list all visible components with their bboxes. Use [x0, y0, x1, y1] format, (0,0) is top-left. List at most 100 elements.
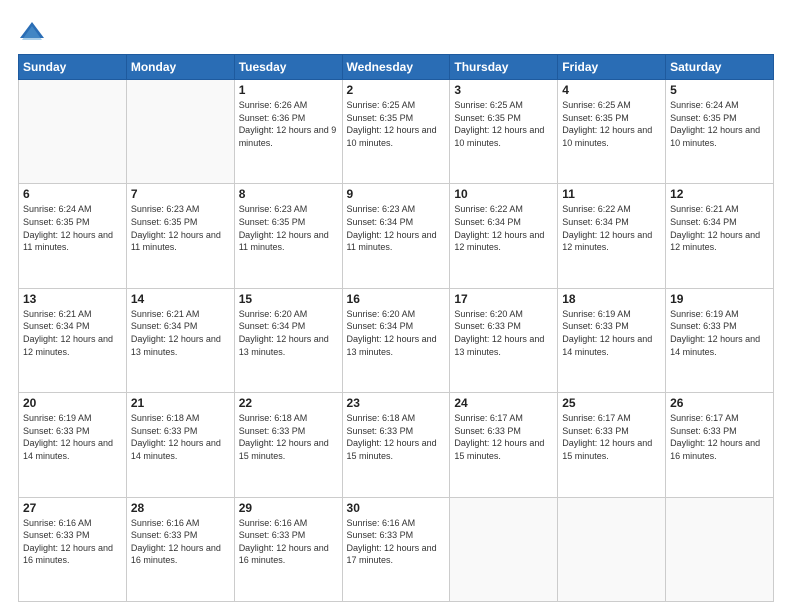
day-number: 6 — [23, 187, 122, 201]
day-info: Sunrise: 6:24 AM Sunset: 6:35 PM Dayligh… — [23, 203, 122, 253]
calendar-table: SundayMondayTuesdayWednesdayThursdayFrid… — [18, 54, 774, 602]
day-info: Sunrise: 6:21 AM Sunset: 6:34 PM Dayligh… — [23, 308, 122, 358]
day-info: Sunrise: 6:25 AM Sunset: 6:35 PM Dayligh… — [454, 99, 553, 149]
calendar-header-row: SundayMondayTuesdayWednesdayThursdayFrid… — [19, 55, 774, 80]
calendar-cell: 15Sunrise: 6:20 AM Sunset: 6:34 PM Dayli… — [234, 288, 342, 392]
day-info: Sunrise: 6:25 AM Sunset: 6:35 PM Dayligh… — [347, 99, 446, 149]
day-of-week-header: Friday — [558, 55, 666, 80]
day-number: 13 — [23, 292, 122, 306]
day-number: 1 — [239, 83, 338, 97]
day-info: Sunrise: 6:22 AM Sunset: 6:34 PM Dayligh… — [562, 203, 661, 253]
calendar-cell: 1 Sunrise: 6:26 AM Sunset: 6:36 PM Daylig… — [234, 80, 342, 184]
day-of-week-header: Monday — [126, 55, 234, 80]
day-info: Sunrise: 6:22 AM Sunset: 6:34 PM Dayligh… — [454, 203, 553, 253]
day-info: Sunrise: 6:18 AM Sunset: 6:33 PM Dayligh… — [347, 412, 446, 462]
calendar-week-row: 20Sunrise: 6:19 AM Sunset: 6:33 PM Dayli… — [19, 393, 774, 497]
calendar-cell: 10 Sunrise: 6:22 AM Sunset: 6:34 PM Dayli… — [450, 184, 558, 288]
calendar-cell: 21 Sunrise: 6:18 AM Sunset: 6:33 PM Dayli… — [126, 393, 234, 497]
calendar-cell: 4Sunrise: 6:25 AM Sunset: 6:35 PM Daylig… — [558, 80, 666, 184]
calendar-cell: 16 Sunrise: 6:20 AM Sunset: 6:34 PM Dayli… — [342, 288, 450, 392]
day-number: 7 — [131, 187, 230, 201]
calendar-cell: 2 Sunrise: 6:25 AM Sunset: 6:35 PM Daylig… — [342, 80, 450, 184]
day-info: Sunrise: 6:20 AM Sunset: 6:33 PM Dayligh… — [454, 308, 553, 358]
header — [18, 18, 774, 46]
calendar-cell: 29 Sunrise: 6:16 AM Sunset: 6:33 PM Dayli… — [234, 497, 342, 601]
calendar-cell: 19 Sunrise: 6:19 AM Sunset: 6:33 PM Dayli… — [666, 288, 774, 392]
logo-icon — [18, 18, 46, 46]
day-of-week-header: Saturday — [666, 55, 774, 80]
calendar-cell — [558, 497, 666, 601]
day-info: Sunrise: 6:18 AM Sunset: 6:33 PM Dayligh… — [131, 412, 230, 462]
day-info: Sunrise: 6:24 AM Sunset: 6:35 PM Dayligh… — [670, 99, 769, 149]
day-of-week-header: Sunday — [19, 55, 127, 80]
day-info: Sunrise: 6:23 AM Sunset: 6:34 PM Dayligh… — [347, 203, 446, 253]
day-number: 29 — [239, 501, 338, 515]
day-number: 10 — [454, 187, 553, 201]
day-info: Sunrise: 6:20 AM Sunset: 6:34 PM Dayligh… — [347, 308, 446, 358]
day-number: 3 — [454, 83, 553, 97]
calendar-week-row: 27Sunrise: 6:16 AM Sunset: 6:33 PM Dayli… — [19, 497, 774, 601]
calendar-cell: 20Sunrise: 6:19 AM Sunset: 6:33 PM Dayli… — [19, 393, 127, 497]
day-number: 22 — [239, 396, 338, 410]
calendar-cell — [450, 497, 558, 601]
day-of-week-header: Tuesday — [234, 55, 342, 80]
day-number: 16 — [347, 292, 446, 306]
calendar-cell: 30 Sunrise: 6:16 AM Sunset: 6:33 PM Dayli… — [342, 497, 450, 601]
calendar-cell: 6 Sunrise: 6:24 AM Sunset: 6:35 PM Daylig… — [19, 184, 127, 288]
calendar-week-row: 6 Sunrise: 6:24 AM Sunset: 6:35 PM Daylig… — [19, 184, 774, 288]
calendar-cell: 24Sunrise: 6:17 AM Sunset: 6:33 PM Dayli… — [450, 393, 558, 497]
day-info: Sunrise: 6:16 AM Sunset: 6:33 PM Dayligh… — [347, 517, 446, 567]
calendar-cell: 9 Sunrise: 6:23 AM Sunset: 6:34 PM Daylig… — [342, 184, 450, 288]
day-info: Sunrise: 6:20 AM Sunset: 6:34 PM Dayligh… — [239, 308, 338, 358]
calendar-cell — [126, 80, 234, 184]
day-number: 19 — [670, 292, 769, 306]
calendar-cell: 5 Sunrise: 6:24 AM Sunset: 6:35 PM Daylig… — [666, 80, 774, 184]
day-number: 17 — [454, 292, 553, 306]
day-of-week-header: Wednesday — [342, 55, 450, 80]
calendar-cell — [666, 497, 774, 601]
page: SundayMondayTuesdayWednesdayThursdayFrid… — [0, 0, 792, 612]
day-info: Sunrise: 6:23 AM Sunset: 6:35 PM Dayligh… — [239, 203, 338, 253]
calendar-cell: 28 Sunrise: 6:16 AM Sunset: 6:33 PM Dayli… — [126, 497, 234, 601]
calendar-cell: 8 Sunrise: 6:23 AM Sunset: 6:35 PM Daylig… — [234, 184, 342, 288]
day-number: 25 — [562, 396, 661, 410]
day-number: 28 — [131, 501, 230, 515]
day-info: Sunrise: 6:16 AM Sunset: 6:33 PM Dayligh… — [23, 517, 122, 567]
calendar-week-row: 1 Sunrise: 6:26 AM Sunset: 6:36 PM Daylig… — [19, 80, 774, 184]
day-number: 21 — [131, 396, 230, 410]
day-info: Sunrise: 6:19 AM Sunset: 6:33 PM Dayligh… — [23, 412, 122, 462]
day-number: 12 — [670, 187, 769, 201]
day-number: 8 — [239, 187, 338, 201]
calendar-cell: 26 Sunrise: 6:17 AM Sunset: 6:33 PM Dayli… — [666, 393, 774, 497]
calendar-cell: 18 Sunrise: 6:19 AM Sunset: 6:33 PM Dayli… — [558, 288, 666, 392]
day-info: Sunrise: 6:26 AM Sunset: 6:36 PM Dayligh… — [239, 99, 338, 149]
day-number: 2 — [347, 83, 446, 97]
calendar-cell: 17 Sunrise: 6:20 AM Sunset: 6:33 PM Dayli… — [450, 288, 558, 392]
day-info: Sunrise: 6:17 AM Sunset: 6:33 PM Dayligh… — [670, 412, 769, 462]
day-info: Sunrise: 6:16 AM Sunset: 6:33 PM Dayligh… — [239, 517, 338, 567]
day-info: Sunrise: 6:18 AM Sunset: 6:33 PM Dayligh… — [239, 412, 338, 462]
day-number: 11 — [562, 187, 661, 201]
day-number: 26 — [670, 396, 769, 410]
calendar-cell — [19, 80, 127, 184]
calendar-cell: 23Sunrise: 6:18 AM Sunset: 6:33 PM Dayli… — [342, 393, 450, 497]
day-info: Sunrise: 6:16 AM Sunset: 6:33 PM Dayligh… — [131, 517, 230, 567]
calendar-cell: 7Sunrise: 6:23 AM Sunset: 6:35 PM Daylig… — [126, 184, 234, 288]
day-number: 9 — [347, 187, 446, 201]
calendar-cell: 12 Sunrise: 6:21 AM Sunset: 6:34 PM Dayli… — [666, 184, 774, 288]
calendar-cell: 14Sunrise: 6:21 AM Sunset: 6:34 PM Dayli… — [126, 288, 234, 392]
calendar-cell: 13 Sunrise: 6:21 AM Sunset: 6:34 PM Dayli… — [19, 288, 127, 392]
day-number: 18 — [562, 292, 661, 306]
calendar-cell: 27Sunrise: 6:16 AM Sunset: 6:33 PM Dayli… — [19, 497, 127, 601]
calendar-week-row: 13 Sunrise: 6:21 AM Sunset: 6:34 PM Dayli… — [19, 288, 774, 392]
day-number: 4 — [562, 83, 661, 97]
day-info: Sunrise: 6:17 AM Sunset: 6:33 PM Dayligh… — [454, 412, 553, 462]
calendar-cell: 22 Sunrise: 6:18 AM Sunset: 6:33 PM Dayli… — [234, 393, 342, 497]
day-info: Sunrise: 6:17 AM Sunset: 6:33 PM Dayligh… — [562, 412, 661, 462]
day-info: Sunrise: 6:19 AM Sunset: 6:33 PM Dayligh… — [562, 308, 661, 358]
day-info: Sunrise: 6:21 AM Sunset: 6:34 PM Dayligh… — [670, 203, 769, 253]
day-number: 5 — [670, 83, 769, 97]
day-info: Sunrise: 6:19 AM Sunset: 6:33 PM Dayligh… — [670, 308, 769, 358]
day-info: Sunrise: 6:21 AM Sunset: 6:34 PM Dayligh… — [131, 308, 230, 358]
day-number: 30 — [347, 501, 446, 515]
